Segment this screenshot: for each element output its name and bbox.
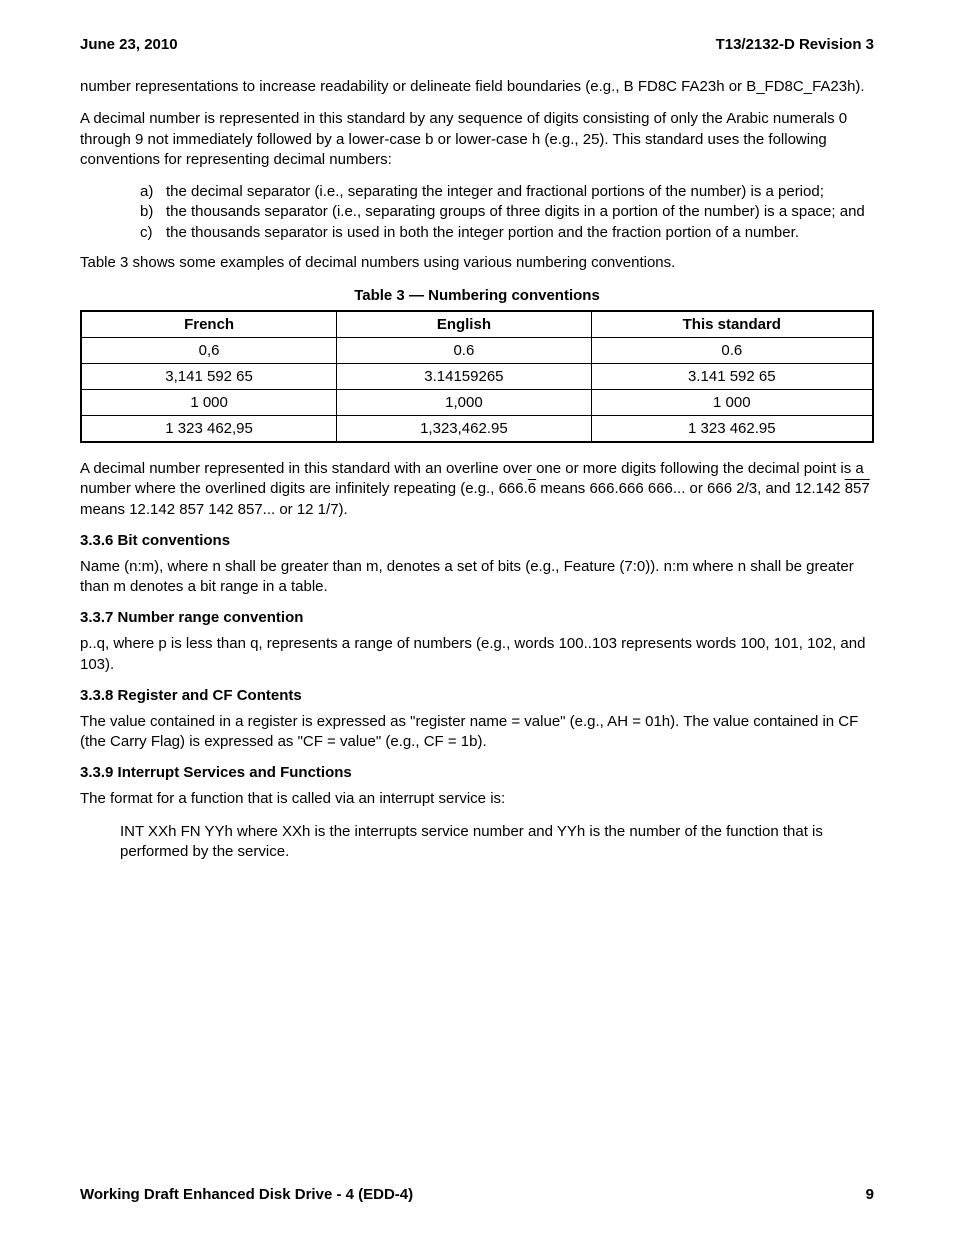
intro-paragraph: number representations to increase reada… (80, 77, 874, 97)
table-row: 3,141 592 65 3.14159265 3.141 592 65 (81, 364, 873, 390)
section-paragraph: Name (n:m), where n shall be greater tha… (80, 557, 874, 598)
cell: 1 000 (81, 390, 337, 416)
page-content: number representations to increase reada… (80, 77, 874, 874)
list-item: a) the decimal separator (i.e., separati… (140, 182, 874, 202)
table-row: 0,6 0.6 0.6 (81, 338, 873, 364)
table-row: French English This standard (81, 311, 873, 338)
cell: 1 323 462.95 (591, 416, 873, 443)
cell: 1 323 462,95 (81, 416, 337, 443)
overline-digit: 6 (528, 480, 536, 497)
page-header: June 23, 2010 T13/2132-D Revision 3 (80, 36, 874, 53)
section-heading: 3.3.9 Interrupt Services and Functions (80, 764, 874, 781)
numbering-conventions-table: French English This standard 0,6 0.6 0.6… (80, 310, 874, 443)
list-marker: c) (140, 223, 166, 243)
section-paragraph: The value contained in a register is exp… (80, 712, 874, 753)
footer-title: Working Draft Enhanced Disk Drive - 4 (E… (80, 1186, 413, 1203)
cell: 0.6 (591, 338, 873, 364)
table-row: 1 000 1,000 1 000 (81, 390, 873, 416)
table-lead-paragraph: Table 3 shows some examples of decimal n… (80, 253, 874, 273)
overline-paragraph: A decimal number represented in this sta… (80, 459, 874, 520)
section-heading: 3.3.8 Register and CF Contents (80, 687, 874, 704)
col-header-standard: This standard (591, 311, 873, 338)
cell: 0,6 (81, 338, 337, 364)
section-paragraph: The format for a function that is called… (80, 789, 874, 809)
conventions-list: a) the decimal separator (i.e., separati… (80, 182, 874, 243)
list-marker: b) (140, 202, 166, 222)
cell: 3,141 592 65 (81, 364, 337, 390)
table-caption: Table 3 — Numbering conventions (80, 287, 874, 304)
section-paragraph: p..q, where p is less than q, represents… (80, 634, 874, 675)
list-item: c) the thousands separator is used in bo… (140, 223, 874, 243)
list-text: the thousands separator is used in both … (166, 223, 874, 243)
list-text: the decimal separator (i.e., separating … (166, 182, 874, 202)
table-row: 1 323 462,95 1,323,462.95 1 323 462.95 (81, 416, 873, 443)
col-header-english: English (337, 311, 591, 338)
cell: 1,000 (337, 390, 591, 416)
cell: 3.141 592 65 (591, 364, 873, 390)
list-text: the thousands separator (i.e., separatin… (166, 202, 874, 222)
header-doc-id: T13/2132-D Revision 3 (716, 36, 874, 53)
cell: 0.6 (337, 338, 591, 364)
list-item: b) the thousands separator (i.e., separa… (140, 202, 874, 222)
page-footer: Working Draft Enhanced Disk Drive - 4 (E… (80, 1186, 874, 1203)
page: June 23, 2010 T13/2132-D Revision 3 numb… (0, 0, 954, 1235)
overline-mid: means 666.666 666... or 666 2/3, and 12.… (536, 480, 845, 497)
header-date: June 23, 2010 (80, 36, 178, 53)
col-header-french: French (81, 311, 337, 338)
cell: 3.14159265 (337, 364, 591, 390)
section-heading: 3.3.7 Number range convention (80, 609, 874, 626)
footer-page-number: 9 (866, 1186, 874, 1203)
cell: 1,323,462.95 (337, 416, 591, 443)
section-heading: 3.3.6 Bit conventions (80, 532, 874, 549)
decimal-intro-paragraph: A decimal number is represented in this … (80, 109, 874, 170)
overline-digit: 857 (845, 480, 870, 497)
list-marker: a) (140, 182, 166, 202)
overline-post: means 12.142 857 142 857... or 12 1/7). (80, 501, 348, 518)
cell: 1 000 (591, 390, 873, 416)
interrupt-format-paragraph: INT XXh FN YYh where XXh is the interrup… (80, 822, 874, 863)
